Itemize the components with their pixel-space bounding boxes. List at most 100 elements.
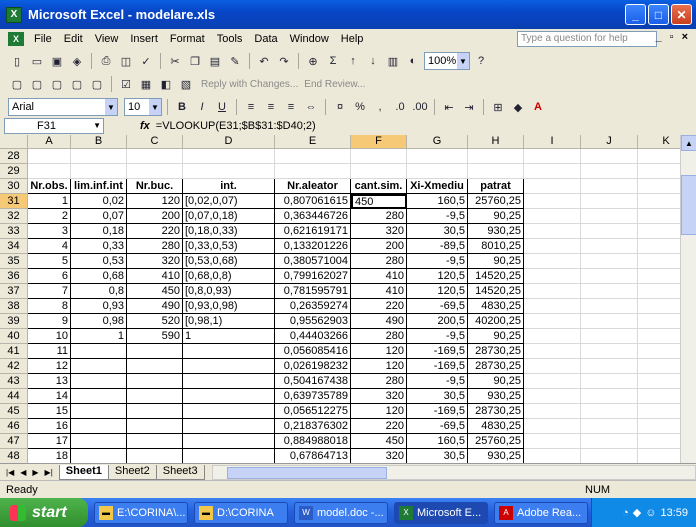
column-header-b[interactable]: B [71, 135, 127, 149]
column-header-f[interactable]: F [351, 135, 407, 149]
formula-input[interactable]: =VLOOKUP(E31;$B$31:$D40;2) [156, 120, 316, 132]
grid-cell[interactable] [71, 149, 127, 164]
review-icon-1[interactable]: ▢ [8, 75, 26, 93]
grid-cell[interactable] [275, 164, 351, 179]
drawing-icon[interactable]: ◐ [404, 52, 422, 70]
grid-cell[interactable] [468, 164, 524, 179]
menu-data[interactable]: Data [248, 33, 283, 45]
grid-cell[interactable] [524, 299, 581, 314]
grid-cell[interactable]: 0,95562903 [275, 314, 351, 329]
save-icon[interactable]: ▣ [48, 52, 66, 70]
zoom-select[interactable]: 100% ▼ [424, 52, 470, 70]
grid-cell[interactable]: Nr.aleator [275, 179, 351, 194]
grid-cell[interactable]: 90,25 [468, 329, 524, 344]
grid-cell[interactable]: 200,5 [407, 314, 468, 329]
grid-cell[interactable]: 280 [351, 254, 407, 269]
grid-cell[interactable]: 280 [351, 374, 407, 389]
bold-icon[interactable]: B [173, 98, 191, 116]
grid-cell[interactable]: 450 [127, 284, 183, 299]
row-header[interactable]: 32 [0, 209, 28, 224]
select-all-corner[interactable] [0, 135, 28, 149]
grid-cell[interactable] [581, 329, 638, 344]
row-header[interactable]: 38 [0, 299, 28, 314]
menu-file[interactable]: File [28, 33, 58, 45]
row-header[interactable]: 37 [0, 284, 28, 299]
grid-cell[interactable]: 490 [127, 299, 183, 314]
permission-icon[interactable]: ◈ [68, 52, 86, 70]
grid-cell[interactable]: 2 [28, 209, 71, 224]
reply-with-changes-button[interactable]: Reply with Changes... [201, 79, 298, 90]
column-header-h[interactable]: H [468, 135, 524, 149]
grid-cell[interactable]: 0,44403266 [275, 329, 351, 344]
grid-cell[interactable] [127, 344, 183, 359]
grid-cell[interactable]: Nr.obs. [28, 179, 71, 194]
grid-cell[interactable]: 4 [28, 239, 71, 254]
column-header-c[interactable]: C [127, 135, 183, 149]
grid-cell[interactable]: 930,25 [468, 224, 524, 239]
review-icon-7[interactable]: ▦ [137, 75, 155, 93]
grid-cell[interactable] [275, 149, 351, 164]
grid-cell[interactable]: 28730,25 [468, 344, 524, 359]
grid-cell[interactable] [524, 359, 581, 374]
grid-cell[interactable]: 160,5 [407, 434, 468, 449]
review-icon-3[interactable]: ▢ [48, 75, 66, 93]
grid-cell[interactable] [28, 164, 71, 179]
grid-cell[interactable] [71, 449, 127, 463]
fill-color-icon[interactable]: ◆ [509, 98, 527, 116]
grid-cell[interactable] [71, 359, 127, 374]
grid-cell[interactable] [581, 389, 638, 404]
grid-cell[interactable]: 120,5 [407, 284, 468, 299]
row-header[interactable]: 44 [0, 389, 28, 404]
grid-cell[interactable]: 0,68 [71, 269, 127, 284]
task-excel[interactable]: X Microsoft E... [394, 501, 488, 524]
align-left-icon[interactable]: ≡ [242, 98, 260, 116]
grid-cell[interactable]: 4830,25 [468, 419, 524, 434]
grid-cell[interactable]: 0,504167438 [275, 374, 351, 389]
grid-cell[interactable] [183, 404, 275, 419]
row-header[interactable]: 40 [0, 329, 28, 344]
grid-cell[interactable]: 200 [127, 209, 183, 224]
grid-cell[interactable] [183, 434, 275, 449]
doc-minimize-button[interactable]: _ [656, 31, 662, 43]
grid-cell[interactable] [407, 164, 468, 179]
grid-cell[interactable]: [0,07,0,18) [183, 209, 275, 224]
doc-restore-button[interactable]: ▫ [670, 31, 674, 43]
grid-cell[interactable] [127, 164, 183, 179]
close-button[interactable]: ✕ [671, 4, 692, 25]
menu-tools[interactable]: Tools [211, 33, 249, 45]
grid-cell[interactable]: 0,807061615 [275, 194, 351, 209]
menu-view[interactable]: View [89, 33, 125, 45]
row-header[interactable]: 33 [0, 224, 28, 239]
grid-cell[interactable] [524, 254, 581, 269]
cut-icon[interactable]: ✂ [166, 52, 184, 70]
row-header[interactable]: 29 [0, 164, 28, 179]
grid-cell[interactable] [524, 389, 581, 404]
horizontal-scrollbar[interactable] [211, 464, 696, 480]
print-icon[interactable]: ⎙ [97, 52, 115, 70]
row-header[interactable]: 35 [0, 254, 28, 269]
grid-cell[interactable] [524, 179, 581, 194]
decrease-indent-icon[interactable]: ⇤ [440, 98, 458, 116]
grid-cell[interactable]: 160,5 [407, 194, 468, 209]
grid-cell[interactable]: cant.sim. [351, 179, 407, 194]
grid-cell[interactable]: 0,363446726 [275, 209, 351, 224]
grid-cell[interactable]: -169,5 [407, 359, 468, 374]
hyperlink-icon[interactable]: ⊕ [304, 52, 322, 70]
grid-cell[interactable] [183, 389, 275, 404]
grid-cell[interactable]: 0,621619171 [275, 224, 351, 239]
grid-cell[interactable]: 25760,25 [468, 434, 524, 449]
row-header[interactable]: 41 [0, 344, 28, 359]
grid-cell[interactable]: -9,5 [407, 254, 468, 269]
workbook-icon[interactable]: X [8, 32, 24, 46]
decrease-decimal-icon[interactable]: .00 [411, 98, 429, 116]
grid-cell[interactable]: Nr.buc. [127, 179, 183, 194]
grid-cell[interactable]: 40200,25 [468, 314, 524, 329]
grid-cell[interactable] [581, 149, 638, 164]
grid-cell[interactable]: -9,5 [407, 209, 468, 224]
review-icon-6[interactable]: ☑ [117, 75, 135, 93]
grid-cell[interactable]: [0,93,0,98) [183, 299, 275, 314]
grid-cell[interactable] [71, 404, 127, 419]
grid-cell[interactable]: 1 [183, 329, 275, 344]
grid-cell[interactable] [581, 449, 638, 463]
grid-cell[interactable]: 6 [28, 269, 71, 284]
